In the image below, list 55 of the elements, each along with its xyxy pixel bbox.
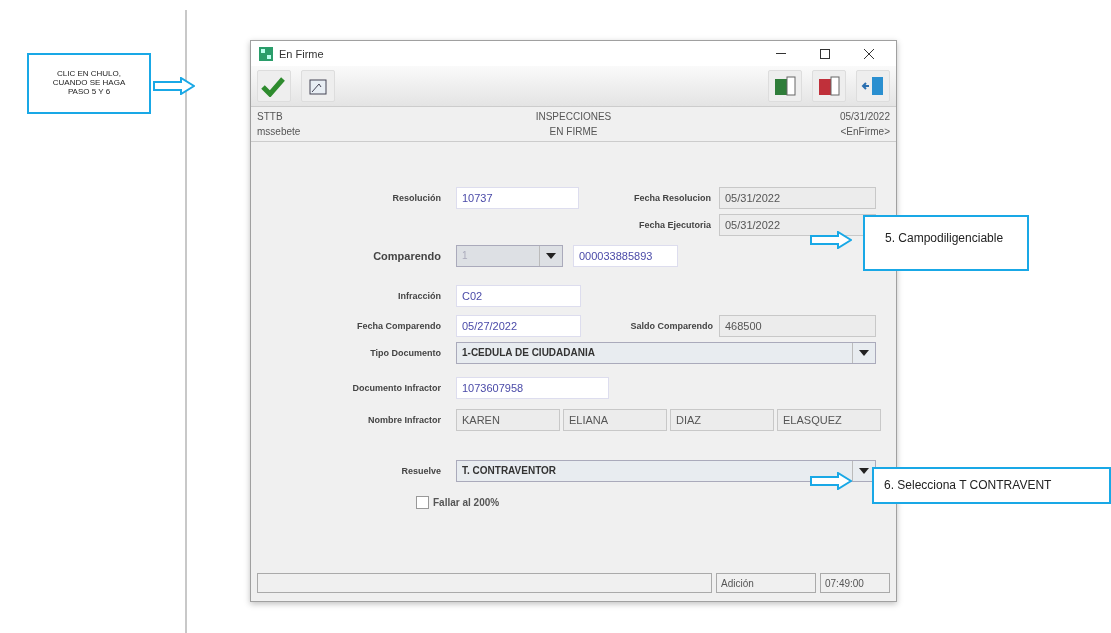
arrow-icon — [810, 231, 852, 249]
field-label: Saldo Comparendo — [629, 320, 714, 331]
header-text: STTB — [257, 111, 284, 122]
form-name: <EnFirme> — [839, 126, 890, 137]
dropdown-arrow-icon — [859, 467, 869, 474]
help-button[interactable] — [812, 70, 846, 102]
date-field[interactable]: 05/31/2022 — [719, 186, 876, 209]
field-label: Fecha Ejecutoria — [637, 219, 712, 230]
field-label: Nombre Infractor — [367, 415, 442, 425]
date-field[interactable]: 05/31/2022 — [719, 213, 876, 236]
input-field[interactable]: 1073607958 — [456, 376, 609, 399]
arrow-icon — [153, 77, 195, 95]
dropdown-arrow-icon — [859, 349, 869, 356]
minimize-icon — [776, 52, 786, 55]
exit-button[interactable] — [856, 70, 890, 102]
document-type-dropdown[interactable]: 1-CEDULA DE CIUDADANIA — [456, 341, 876, 364]
status-mode: Adición — [716, 573, 816, 593]
field-label: Comparendo — [372, 249, 442, 262]
callout-note: CLIC EN CHULO, CUANDO SE HAGA PASO 5 Y 6 — [27, 53, 151, 114]
callout-note: 5. Campodiligenciable — [863, 215, 1029, 271]
confirm-button[interactable] — [257, 70, 291, 102]
callout-note: 6. Selecciona T CONTRAVENT — [872, 467, 1111, 504]
name-field: ELIANA — [563, 409, 667, 431]
door-exit-icon — [861, 75, 885, 97]
date-field[interactable]: 05/27/2022 — [456, 314, 581, 337]
window-title: En Firme — [279, 47, 325, 60]
checkbox-label: Fallar al 200% — [433, 497, 500, 508]
header-date: 05/31/2022 — [838, 111, 890, 122]
field-label: Resuelve — [400, 465, 442, 476]
name-field: ELASQUEZ — [777, 409, 881, 431]
field-label: Tipo Documento — [369, 347, 442, 358]
name-field: DIAZ — [670, 409, 774, 431]
dropdown-arrow-icon — [546, 252, 556, 259]
checkbox[interactable] — [416, 496, 429, 509]
field-label: Resolución — [391, 192, 442, 203]
input-field[interactable]: C02 — [456, 284, 581, 307]
money-button[interactable] — [768, 70, 802, 102]
field-label: Fecha Comparendo — [356, 320, 442, 331]
header-title: INSPECCIONES — [534, 111, 613, 122]
header-subtitle: EN FIRME — [548, 126, 599, 137]
edit-button[interactable] — [301, 70, 335, 102]
user-name: mssebete — [257, 126, 302, 137]
field-label: Documento Infractor — [351, 382, 442, 393]
maximize-icon — [820, 48, 830, 59]
resolution-dropdown[interactable]: T. CONTRAVENTOR — [456, 459, 876, 482]
app-icon — [259, 46, 273, 61]
status-time: 07:49:00 — [820, 573, 890, 593]
arrow-icon — [810, 472, 852, 490]
checkmark-icon — [261, 75, 287, 97]
field-label: Fecha Resolucion — [632, 192, 712, 203]
close-icon — [864, 48, 874, 59]
balance-field: 468500 — [719, 314, 876, 337]
name-field: KAREN — [456, 409, 560, 431]
input-field[interactable]: 10737 — [456, 186, 579, 209]
field-label: Infracción — [397, 290, 442, 301]
